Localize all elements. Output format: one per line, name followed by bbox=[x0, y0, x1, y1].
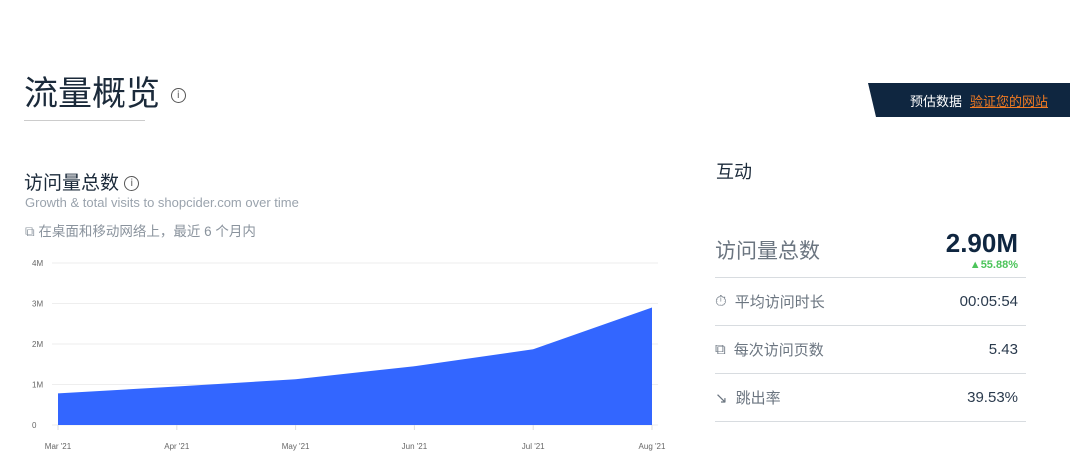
estimate-banner: 预估数据 验证您的网站 bbox=[868, 83, 1070, 117]
pages-icon: ⧉ bbox=[715, 341, 726, 358]
metric-value: 5.43 bbox=[988, 341, 1018, 358]
metric-label: 跳出率 bbox=[735, 390, 781, 407]
y-tick-label: 4M bbox=[32, 259, 43, 268]
device-icon: ⧉ bbox=[25, 224, 35, 239]
change-badge: ▲55.88% bbox=[946, 259, 1018, 271]
info-icon[interactable]: i bbox=[124, 176, 140, 192]
y-tick-label: 2M bbox=[32, 340, 43, 349]
x-tick-label: Apr '21 bbox=[164, 442, 190, 451]
visits-scope: ⧉ 在桌面和移动网络上，最近 6 个月内 bbox=[25, 220, 256, 240]
y-tick-label: 3M bbox=[32, 300, 43, 309]
metric-label: 每次访问页数 bbox=[733, 342, 824, 359]
x-tick-label: Aug '21 bbox=[639, 442, 666, 451]
engagement-title: 互动 bbox=[716, 162, 752, 182]
metric-row: ⏱ 平均访问时长 00:05:54 bbox=[715, 278, 1026, 326]
visits-chart: 0 1M 2M 3M 4M Mar '21 Apr '21 May '21 Jun '21 Jul… bbox=[32, 259, 666, 451]
bounce-icon: ↘ bbox=[715, 389, 728, 407]
visits-subtitle: Growth & total visits to shopcider.com o… bbox=[25, 195, 299, 210]
metric-row: ↘ 跳出率 39.53% bbox=[715, 374, 1026, 422]
info-icon[interactable]: i bbox=[170, 88, 186, 103]
metric-row: ⧉ 每次访问页数 5.43 bbox=[715, 326, 1026, 374]
page-title-text: 流量概览 bbox=[24, 74, 160, 114]
page-title: 流量概览 i bbox=[24, 66, 186, 115]
x-tick-label: May '21 bbox=[282, 442, 310, 451]
change-value: 55.88% bbox=[980, 259, 1018, 271]
visits-title: 访问量总数 i bbox=[24, 168, 140, 195]
metric-value: 00:05:54 bbox=[959, 293, 1018, 310]
x-tick-label: Jul '21 bbox=[522, 442, 545, 451]
metric-label: 平均访问时长 bbox=[734, 294, 825, 311]
total-visits-value: 2.90M bbox=[945, 228, 1018, 258]
visits-area bbox=[58, 307, 652, 425]
x-tick-label: Mar '21 bbox=[45, 442, 72, 451]
clock-icon: ⏱ bbox=[715, 293, 727, 310]
arrow-up-icon: ▲ bbox=[969, 259, 981, 271]
y-tick-label: 0 bbox=[32, 421, 37, 430]
x-tick-label: Jun '21 bbox=[402, 442, 428, 451]
title-underline bbox=[24, 120, 145, 121]
visits-title-text: 访问量总数 bbox=[24, 173, 120, 194]
banner-label: 预估数据 bbox=[909, 93, 962, 109]
metric-value: 39.53% bbox=[967, 389, 1018, 406]
total-visits-label: 访问量总数 bbox=[715, 239, 820, 263]
y-tick-label: 1M bbox=[32, 381, 43, 390]
total-visits-row: 访问量总数 2.90M ▲55.88% bbox=[715, 222, 1026, 278]
scope-text: 在桌面和移动网络上，最近 6 个月内 bbox=[38, 224, 256, 239]
verify-site-link[interactable]: 验证您的网站 bbox=[970, 91, 1048, 110]
